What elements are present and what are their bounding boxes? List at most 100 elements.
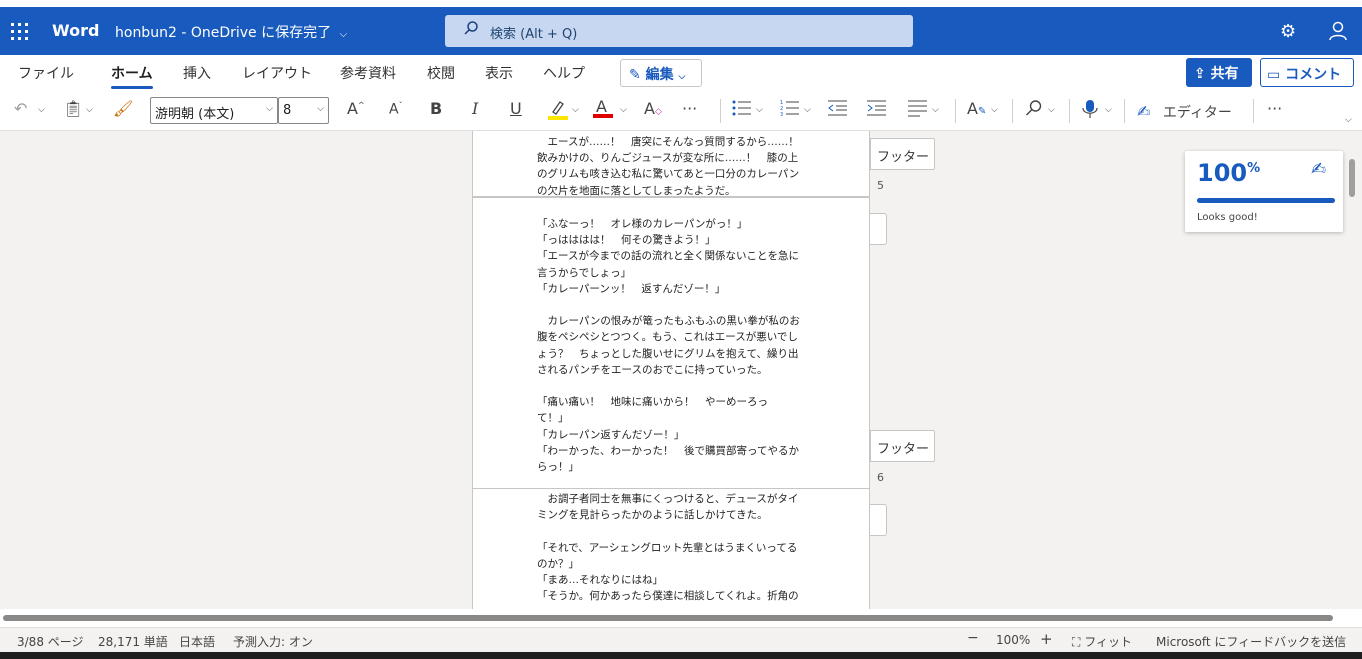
document-title[interactable]: honbun2 - OneDrive に保存完了 ⌵ (115, 22, 347, 42)
divider (1124, 99, 1125, 123)
tab-review[interactable]: 校閲 (427, 63, 455, 83)
text-predictions[interactable]: 予測入力: オン (233, 633, 313, 650)
language[interactable]: 日本語 (179, 633, 215, 650)
increase-indent-icon[interactable] (867, 99, 887, 121)
collapse-ribbon-chevron-icon[interactable]: ⌵ (1345, 115, 1352, 125)
chevron-down-icon[interactable]: ⌵ (620, 105, 627, 115)
undo-icon[interactable]: ↶ (14, 99, 27, 118)
editor-pen-icon: ✍ (1137, 102, 1151, 121)
comment-button[interactable]: ▭ コメント (1260, 58, 1354, 87)
status-bar: 3/88 ページ 28,171 単語 日本語 予測入力: オン − 100% +… (0, 627, 1362, 652)
chevron-down-icon[interactable]: ⌵ (804, 105, 811, 115)
word-count[interactable]: 28,171 単語 (98, 633, 168, 650)
dictate-microphone-icon[interactable] (1082, 99, 1098, 123)
footer-button[interactable]: フッター (870, 138, 935, 170)
page-count[interactable]: 3/88 ページ (17, 633, 84, 650)
page[interactable]: 「ふなーっ！ オレ様のカレーパンがっ！」 「っはははは！ 何その驚きよう！」 「… (472, 197, 870, 489)
clear-formatting-icon[interactable]: A◇ (644, 99, 662, 118)
header-tab[interactable] (870, 213, 887, 245)
divider (1012, 99, 1013, 123)
format-painter-icon[interactable]: 🖌︎ (113, 99, 133, 118)
divider (720, 99, 721, 123)
tab-insert[interactable]: 挿入 (183, 63, 211, 83)
chevron-down-icon[interactable]: ⌵ (38, 105, 45, 115)
align-icon[interactable] (908, 99, 928, 121)
document-name: honbun2 (115, 25, 177, 41)
horizontal-scrollbar[interactable] (0, 609, 1362, 627)
numbering-icon[interactable]: 123 (780, 99, 800, 121)
chevron-down-icon: ⌵ (266, 104, 273, 114)
zoom-level[interactable]: 100% (996, 633, 1030, 647)
title-bar: Word honbun2 - OneDrive に保存完了 ⌵ 検索 (Alt … (0, 7, 1362, 55)
horizontal-scroll-thumb[interactable] (3, 615, 1333, 621)
page[interactable]: エースが……！ 唐突にそんなっ質問するから……！ 飲みかけの、りんごジュースが変… (472, 131, 870, 197)
page[interactable]: お調子者同士を無事にくっつけると、デュースがタイ ミングを見計らったかのように話… (472, 488, 870, 609)
page-number: 5 (877, 179, 884, 192)
chevron-down-icon[interactable]: ⌵ (572, 105, 579, 115)
grow-font-button[interactable]: A^ (347, 99, 365, 118)
app-name[interactable]: Word (52, 21, 99, 40)
pencil-icon: ✎ (629, 67, 641, 83)
bold-button[interactable]: B (430, 99, 442, 118)
underline-button[interactable]: U (510, 99, 522, 118)
decrease-indent-icon[interactable] (828, 99, 848, 121)
tab-file[interactable]: ファイル (18, 63, 74, 83)
comment-icon: ▭ (1267, 67, 1281, 83)
zoom-in-button[interactable]: + (1040, 630, 1053, 648)
page-text[interactable]: エースが……！ 唐突にそんなっ質問するから……！ 飲みかけの、りんごジュースが変… (537, 134, 807, 199)
paste-icon[interactable]: 📋︎ (63, 99, 83, 118)
more-font-options-button[interactable]: ··· (682, 99, 697, 118)
divider (955, 99, 956, 123)
page-text[interactable]: お調子者同士を無事にくっつけると、デュースがタイ ミングを見計らったかのように話… (537, 491, 807, 604)
find-icon[interactable] (1025, 99, 1043, 121)
highlight-icon[interactable] (548, 99, 568, 125)
share-button[interactable]: ⇪ 共有 (1186, 58, 1252, 87)
zoom-out-button[interactable]: − (967, 630, 979, 646)
vertical-scrollbar[interactable] (1349, 159, 1355, 197)
feedback-link[interactable]: Microsoft にフィードバックを送信 (1156, 633, 1346, 650)
chevron-down-icon[interactable]: ⌵ (991, 105, 998, 115)
document-canvas[interactable]: エースが……！ 唐突にそんなっ質問するから……！ 飲みかけの、りんごジュースが変… (0, 131, 1362, 609)
editor-button[interactable]: ✍ エディター (1137, 102, 1232, 122)
shrink-font-button[interactable]: Aˇ (389, 101, 403, 118)
page-text[interactable]: 「ふなーっ！ オレ様のカレーパンがっ！」 「っはははは！ 何その驚きよう！」 「… (537, 216, 807, 475)
bullets-icon[interactable] (732, 99, 752, 121)
tab-help[interactable]: ヘルプ (543, 63, 585, 83)
fit-button[interactable]: ⛶ フィット (1072, 633, 1132, 650)
italic-button[interactable]: I (472, 99, 478, 118)
editor-score-card[interactable]: 100% ✍ Looks good! (1185, 151, 1343, 232)
chevron-down-icon[interactable]: ⌵ (86, 105, 93, 115)
search-box[interactable]: 検索 (Alt + Q) (445, 15, 913, 47)
tab-view[interactable]: 表示 (485, 63, 513, 83)
chevron-down-icon[interactable]: ⌵ (1105, 105, 1112, 115)
search-icon (463, 20, 479, 40)
app-launcher-icon[interactable] (11, 23, 28, 40)
editor-score: 100% (1197, 159, 1261, 187)
settings-gear-icon[interactable]: ⚙ (1280, 21, 1296, 42)
page-number: 6 (877, 471, 884, 484)
tab-layout[interactable]: レイアウト (242, 63, 312, 83)
fit-icon: ⛶ (1072, 635, 1081, 649)
editor-progress-fill (1197, 198, 1335, 203)
more-options-button[interactable]: ··· (1267, 99, 1282, 118)
header-tab[interactable] (870, 504, 887, 536)
footer-button[interactable]: フッター (870, 430, 935, 462)
account-icon[interactable] (1328, 21, 1348, 41)
tab-home[interactable]: ホーム (111, 63, 153, 89)
chevron-down-icon[interactable]: ⌵ (932, 105, 939, 115)
font-color-button[interactable]: A (593, 97, 613, 118)
styles-icon[interactable]: A✎ (967, 99, 986, 118)
editor-progress-bar (1197, 198, 1335, 203)
chevron-down-icon: ⌵ (678, 72, 686, 82)
tab-references[interactable]: 参考資料 (340, 63, 396, 83)
chevron-down-icon[interactable]: ⌵ (1048, 105, 1055, 115)
font-size-select[interactable]: 8 ⌵ (278, 97, 329, 124)
divider (1253, 99, 1254, 123)
editor-message: Looks good! (1197, 212, 1258, 223)
chevron-down-icon[interactable]: ⌵ (756, 105, 763, 115)
svg-text:3: 3 (780, 112, 783, 117)
bottom-strip (0, 652, 1362, 659)
editor-pen-icon: ✍ (1311, 159, 1327, 180)
edit-mode-button[interactable]: ✎ 編集 ⌵ (620, 59, 702, 87)
font-name-select[interactable]: 游明朝 (本文) ⌵ (150, 97, 278, 124)
